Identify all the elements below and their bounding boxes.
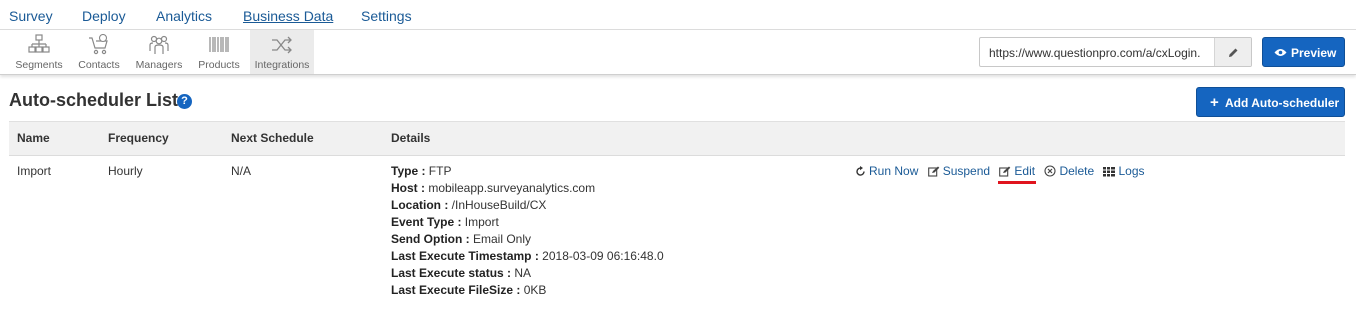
plus-icon: + xyxy=(1210,94,1219,111)
sub-toolbar: Segments Contacts Managers Products Inte… xyxy=(0,30,1356,75)
detail-location: Location : /InHouseBuild/CX xyxy=(391,198,547,212)
tab-segments-label: Segments xyxy=(15,59,63,71)
pencil-icon xyxy=(1229,48,1238,57)
column-header-next-schedule: Next Schedule xyxy=(231,131,314,145)
edit-highlight-underline xyxy=(998,181,1036,184)
close-circle-icon xyxy=(1044,165,1057,177)
url-field[interactable]: https://www.questionpro.com/a/cxLogin. xyxy=(979,37,1252,67)
row-actions: Run Now Suspend Edit Delete Logs xyxy=(855,163,1151,180)
url-text[interactable]: https://www.questionpro.com/a/cxLogin. xyxy=(989,46,1217,60)
run-now-link[interactable]: Run Now xyxy=(855,163,918,180)
help-icon[interactable]: ? xyxy=(177,94,192,109)
add-auto-scheduler-button[interactable]: + Add Auto-scheduler xyxy=(1196,87,1345,117)
table-header: Name Frequency Next Schedule Details xyxy=(9,121,1345,156)
preview-button[interactable]: Preview xyxy=(1262,37,1345,67)
preview-label: Preview xyxy=(1291,46,1337,60)
page-title: Auto-scheduler List xyxy=(9,90,179,110)
edit-link[interactable]: Edit xyxy=(999,163,1035,180)
nav-analytics[interactable]: Analytics xyxy=(156,8,212,24)
detail-last-execute-status: Last Execute status : NA xyxy=(391,266,532,280)
delete-link[interactable]: Delete xyxy=(1044,163,1094,180)
table-icon xyxy=(1103,167,1116,177)
users-icon xyxy=(149,35,169,54)
row-next-schedule: N/A xyxy=(231,164,252,178)
barcode-icon xyxy=(209,37,229,52)
tab-products-label: Products xyxy=(198,59,240,71)
top-nav: Survey Deploy Analytics Business Data Se… xyxy=(0,0,1356,30)
refresh-icon xyxy=(856,166,865,176)
detail-last-execute-timestamp: Last Execute Timestamp : 2018-03-09 06:1… xyxy=(391,249,664,263)
detail-event-type: Event Type : Import xyxy=(391,215,499,229)
row-frequency: Hourly xyxy=(108,164,143,178)
detail-send-option: Send Option : Email Only xyxy=(391,232,532,246)
nav-deploy[interactable]: Deploy xyxy=(82,8,126,24)
suspend-link[interactable]: Suspend xyxy=(927,163,990,180)
tab-managers-label: Managers xyxy=(135,59,183,71)
column-header-details: Details xyxy=(391,131,431,145)
tab-contacts-label: Contacts xyxy=(78,59,120,71)
row-name: Import xyxy=(17,164,52,178)
eye-icon xyxy=(1274,49,1287,56)
row-details: Type : FTP Host : mobileapp.surveyanalyt… xyxy=(391,163,664,299)
nav-business-data[interactable]: Business Data xyxy=(243,8,333,24)
nav-settings[interactable]: Settings xyxy=(361,8,412,24)
column-header-name: Name xyxy=(17,131,50,145)
tab-contacts[interactable]: Contacts xyxy=(73,30,125,74)
add-auto-scheduler-label: Add Auto-scheduler xyxy=(1225,96,1340,110)
org-chart-icon xyxy=(28,34,50,53)
detail-host: Host : mobileapp.surveyanalytics.com xyxy=(391,181,596,195)
edit-square-icon xyxy=(927,166,940,177)
nav-survey[interactable]: Survey xyxy=(9,8,53,24)
cart-icon xyxy=(89,34,108,55)
detail-type: Type : FTP xyxy=(391,164,452,178)
tab-integrations[interactable]: Integrations xyxy=(250,30,314,74)
column-header-frequency: Frequency xyxy=(108,131,169,145)
tab-segments[interactable]: Segments xyxy=(9,30,69,74)
tab-managers[interactable]: Managers xyxy=(131,30,187,74)
tab-integrations-label: Integrations xyxy=(254,59,310,71)
logs-link[interactable]: Logs xyxy=(1103,163,1145,180)
edit-square-icon xyxy=(999,166,1011,177)
tab-products[interactable]: Products xyxy=(193,30,245,74)
detail-last-execute-filesize: Last Execute FileSize : 0KB xyxy=(391,283,547,297)
shuffle-icon xyxy=(272,36,292,54)
url-edit-button[interactable] xyxy=(1214,38,1251,66)
